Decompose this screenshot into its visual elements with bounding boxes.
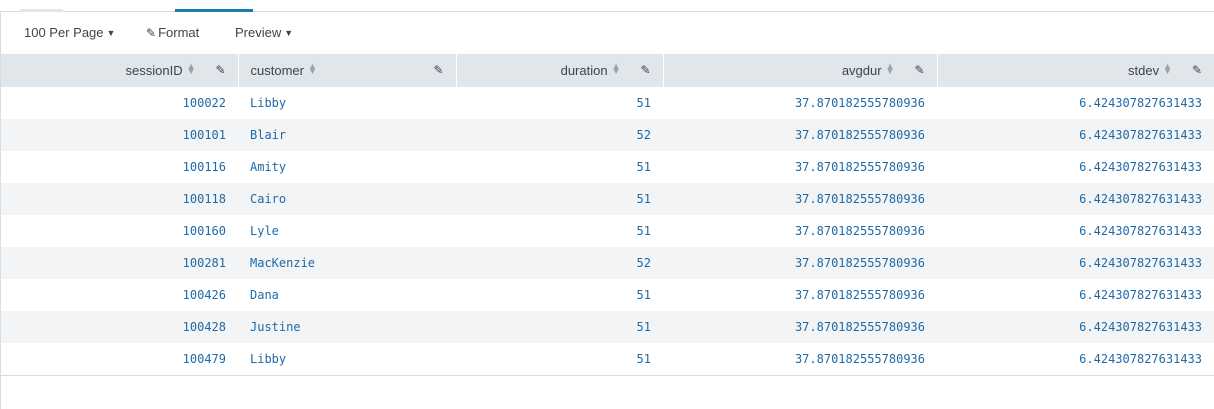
sessionid-cell[interactable]: 100428 xyxy=(1,311,238,343)
table-row: 100022 Libby 51 37.870182555780936 6.4243078… xyxy=(1,87,1214,119)
customer-cell[interactable]: Libby xyxy=(238,343,456,376)
duration-cell[interactable]: 51 xyxy=(456,183,663,215)
sort-icon[interactable]: ▲ ▼ xyxy=(886,62,895,76)
customer-cell[interactable]: Blair xyxy=(238,119,456,151)
tab-strip xyxy=(0,0,1214,12)
stdev-cell[interactable]: 6.424307827631433 xyxy=(937,87,1214,119)
per-page-label: 100 Per Page xyxy=(24,25,104,40)
column-header-avgdur[interactable]: avgdur ▲ ▼ ✎ xyxy=(663,54,938,87)
avgdur-cell[interactable]: 37.870182555780936 xyxy=(663,87,937,119)
duration-cell[interactable]: 52 xyxy=(456,119,663,151)
customer-cell[interactable]: Justine xyxy=(238,311,456,343)
customer-cell[interactable]: MacKenzie xyxy=(238,247,456,279)
avgdur-cell[interactable]: 37.870182555780936 xyxy=(663,279,937,311)
avgdur-cell[interactable]: 37.870182555780936 xyxy=(663,247,937,279)
stdev-cell[interactable]: 6.424307827631433 xyxy=(937,279,1214,311)
customer-cell[interactable]: Lyle xyxy=(238,215,456,247)
table-row: 100426 Dana 51 37.870182555780936 6.42430782… xyxy=(1,279,1214,311)
duration-cell[interactable]: 51 xyxy=(456,151,663,183)
pencil-icon[interactable]: ✎ xyxy=(433,63,443,77)
pencil-icon[interactable]: ✎ xyxy=(1192,63,1202,77)
sessionid-cell[interactable]: 100160 xyxy=(1,215,238,247)
sessionid-cell[interactable]: 100101 xyxy=(1,119,238,151)
stdev-cell[interactable]: 6.424307827631433 xyxy=(937,151,1214,183)
preview-label: Preview xyxy=(235,25,282,40)
column-header-sessionid[interactable]: sessionID ▲ ▼ ✎ xyxy=(1,54,239,87)
column-header-duration[interactable]: duration ▲ ▼ ✎ xyxy=(456,54,664,87)
duration-cell[interactable]: 51 xyxy=(456,215,663,247)
column-header-stdev[interactable]: stdev ▲ ▼ ✎ xyxy=(937,54,1214,87)
sessionid-cell[interactable]: 100281 xyxy=(1,247,238,279)
avgdur-cell[interactable]: 37.870182555780936 xyxy=(663,215,937,247)
table-row: 100101 Blair 52 37.870182555780936 6.4243078… xyxy=(1,119,1214,151)
table-row: 100160 Lyle 51 37.870182555780936 6.42430782… xyxy=(1,215,1214,247)
avgdur-cell[interactable]: 37.870182555780936 xyxy=(663,151,937,183)
customer-cell[interactable]: Libby xyxy=(238,87,456,119)
duration-cell[interactable]: 51 xyxy=(456,279,663,311)
avgdur-cell[interactable]: 37.870182555780936 xyxy=(663,311,937,343)
duration-cell[interactable]: 51 xyxy=(456,311,663,343)
sessionid-cell[interactable]: 100118 xyxy=(1,183,238,215)
pencil-icon: ✎ xyxy=(146,26,157,40)
column-label: stdev xyxy=(1128,63,1160,78)
customer-cell[interactable]: Cairo xyxy=(238,183,456,215)
stdev-cell[interactable]: 6.424307827631433 xyxy=(937,183,1214,215)
table-row: 100116 Amity 51 37.870182555780936 6.4243078… xyxy=(1,151,1214,183)
results-toolbar: 100 Per Page ▼ ✎ Format Preview ▼ xyxy=(0,12,1214,54)
table-row: 100281 MacKenzie 52 37.870182555780936 6.424… xyxy=(1,247,1214,279)
table-body: 100022 Libby 51 37.870182555780936 6.4243078… xyxy=(1,87,1214,376)
column-header-customer[interactable]: customer ▲ ▼ ✎ xyxy=(238,54,457,87)
column-label: avgdur xyxy=(841,63,882,78)
sort-icon[interactable]: ▲ ▼ xyxy=(187,62,196,76)
table-row: 100428 Justine 51 37.870182555780936 6.42430… xyxy=(1,311,1214,343)
stdev-cell[interactable]: 6.424307827631433 xyxy=(937,247,1214,279)
caret-down-icon: ▼ xyxy=(106,28,116,38)
table-row: 100118 Cairo 51 37.870182555780936 6.4243078… xyxy=(1,183,1214,215)
per-page-dropdown[interactable]: 100 Per Page ▼ xyxy=(24,25,115,41)
sessionid-cell[interactable]: 100479 xyxy=(1,343,238,376)
column-label: sessionID xyxy=(125,63,183,78)
customer-cell[interactable]: Amity xyxy=(238,151,456,183)
format-button[interactable]: ✎ Format xyxy=(146,25,199,41)
caret-down-icon: ▼ xyxy=(284,28,294,38)
preview-dropdown[interactable]: Preview ▼ xyxy=(235,25,293,41)
stdev-cell[interactable]: 6.424307827631433 xyxy=(937,215,1214,247)
pencil-icon[interactable]: ✎ xyxy=(914,63,924,77)
sort-icon[interactable]: ▲ ▼ xyxy=(1163,62,1172,76)
avgdur-cell[interactable]: 37.870182555780936 xyxy=(663,183,937,215)
stdev-cell[interactable]: 6.424307827631433 xyxy=(937,311,1214,343)
pencil-icon[interactable]: ✎ xyxy=(215,63,225,77)
duration-cell[interactable]: 51 xyxy=(456,87,663,119)
sessionid-cell[interactable]: 100022 xyxy=(1,87,238,119)
table-header-row: sessionID ▲ ▼ ✎ customer ▲ ▼ ✎ duration ▲ ▼ ✎ … xyxy=(1,54,1214,87)
column-label: customer xyxy=(250,63,304,78)
sessionid-cell[interactable]: 100116 xyxy=(1,151,238,183)
stdev-cell[interactable]: 6.424307827631433 xyxy=(937,343,1214,376)
duration-cell[interactable]: 52 xyxy=(456,247,663,279)
results-table: sessionID ▲ ▼ ✎ customer ▲ ▼ ✎ duration ▲ ▼ ✎ … xyxy=(1,54,1214,376)
sort-icon[interactable]: ▲ ▼ xyxy=(612,62,621,76)
duration-cell[interactable]: 51 xyxy=(456,343,663,376)
stdev-cell[interactable]: 6.424307827631433 xyxy=(937,119,1214,151)
sessionid-cell[interactable]: 100426 xyxy=(1,279,238,311)
customer-cell[interactable]: Dana xyxy=(238,279,456,311)
sort-icon[interactable]: ▲ ▼ xyxy=(308,62,317,76)
column-label: duration xyxy=(560,63,608,78)
table-row: 100479 Libby 51 37.870182555780936 6.4243078… xyxy=(1,343,1214,376)
pencil-icon[interactable]: ✎ xyxy=(640,63,650,77)
avgdur-cell[interactable]: 37.870182555780936 xyxy=(663,119,937,151)
avgdur-cell[interactable]: 37.870182555780936 xyxy=(663,343,937,376)
format-label: Format xyxy=(158,25,200,40)
